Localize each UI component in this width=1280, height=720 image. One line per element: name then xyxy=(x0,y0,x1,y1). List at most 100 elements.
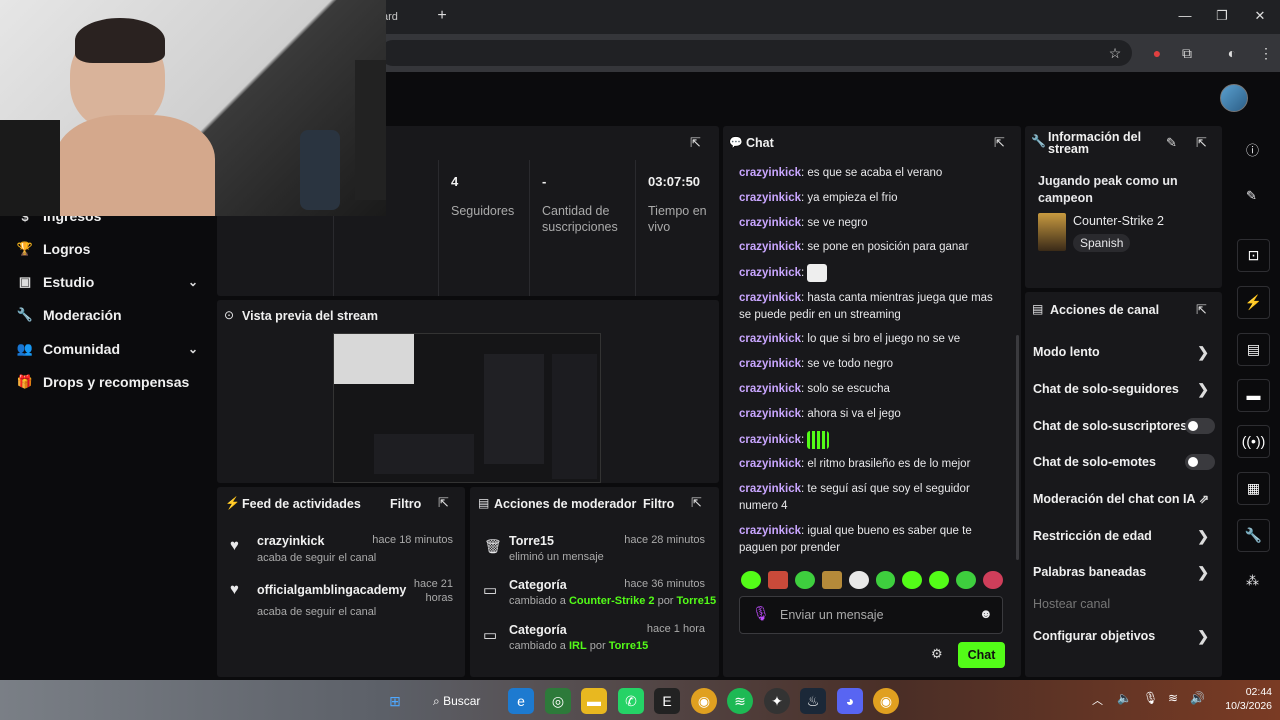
sidebar-item-estudio[interactable]: ▣ Estudio ⌄ xyxy=(16,269,206,295)
age-restriction-row[interactable]: Restricción de edad ❯ xyxy=(1033,526,1215,546)
ai-moderation-row[interactable]: Moderación del chat con IA ⇗ xyxy=(1033,489,1215,509)
popout-icon[interactable]: ⇱ xyxy=(691,495,702,511)
feed-user[interactable]: crazyinkick xyxy=(257,534,324,548)
popout-icon[interactable]: ⇱ xyxy=(690,135,701,151)
feed-action: acaba de seguir el canal xyxy=(257,606,377,618)
chat-scrollbar[interactable] xyxy=(1016,335,1019,560)
discord-icon[interactable]: ◕ xyxy=(837,688,863,714)
slow-mode-row[interactable]: Modo lento ❯ xyxy=(1033,342,1215,362)
sidebar-item-drops[interactable]: 🎁 Drops y recompensas xyxy=(16,369,206,395)
category-icon: ▭ xyxy=(483,582,498,599)
wifi-icon[interactable]: ≋ xyxy=(1168,691,1178,705)
address-bar[interactable] xyxy=(380,40,1132,66)
document-icon[interactable]: ▤ xyxy=(1237,333,1270,366)
info-icon[interactable]: ⓘ xyxy=(1246,140,1259,159)
emote-icon[interactable] xyxy=(875,571,896,589)
mod-action-time: hace 28 minutos xyxy=(624,534,705,546)
speaker-icon[interactable]: 🔊 xyxy=(1190,691,1205,705)
emotes-only-row: Chat de solo-emotes xyxy=(1033,452,1215,472)
profile-icon[interactable]: ◐ xyxy=(1221,42,1243,64)
feed-time: hace 21 horas xyxy=(413,578,453,604)
stat-value: 4 xyxy=(451,174,459,189)
whatsapp-icon[interactable]: ✆ xyxy=(618,688,644,714)
app-icon[interactable]: ✦ xyxy=(764,688,790,714)
record-extension-icon[interactable]: ● xyxy=(1146,42,1168,64)
chrome-icon[interactable]: ◉ xyxy=(691,688,717,714)
filter-button[interactable]: Filtro xyxy=(390,497,421,511)
emote-icon[interactable] xyxy=(794,571,815,589)
lightning-icon[interactable]: ⚡ xyxy=(1237,286,1270,319)
epic-games-icon[interactable]: E xyxy=(654,688,680,714)
bookmark-star-icon[interactable]: ☆ xyxy=(1104,42,1126,64)
volume-icon[interactable]: 🔈 xyxy=(1117,691,1132,705)
emote-icon[interactable] xyxy=(929,571,950,589)
sidebar-item-comunidad[interactable]: 👥 Comunidad ⌄ xyxy=(16,336,206,362)
minimize-button[interactable]: — xyxy=(1170,4,1200,28)
broadcast-icon[interactable]: ((•)) xyxy=(1237,425,1270,458)
popout-icon[interactable]: ⇱ xyxy=(1196,302,1207,318)
avatar[interactable] xyxy=(1220,84,1248,112)
category-name[interactable]: Counter-Strike 2 xyxy=(1073,214,1164,228)
filter-button[interactable]: Filtro xyxy=(643,497,674,511)
emotes-only-toggle[interactable] xyxy=(1185,454,1215,470)
extensions-icon[interactable]: ⧉ xyxy=(1176,42,1198,64)
close-window-button[interactable]: ✕ xyxy=(1245,4,1275,28)
popout-icon[interactable]: ⇱ xyxy=(1196,135,1207,151)
chevron-right-icon: ❯ xyxy=(1197,563,1209,580)
scan-icon[interactable]: ⊡ xyxy=(1237,239,1270,272)
chrome-icon[interactable]: ◉ xyxy=(873,688,899,714)
emote-icon[interactable] xyxy=(956,571,977,589)
stat-column: - Cantidad de suscripciones xyxy=(529,160,635,296)
chat-bubble-icon[interactable]: ▬ xyxy=(1237,379,1270,412)
popout-icon[interactable]: ⇱ xyxy=(994,135,1005,151)
popout-icon[interactable]: ⇱ xyxy=(438,495,449,511)
emote-icon[interactable] xyxy=(821,571,842,589)
feed-user[interactable]: officialgamblingacademy xyxy=(257,583,406,597)
emote-icon[interactable] xyxy=(848,571,869,589)
microphone-icon[interactable]: 🎙 xyxy=(752,605,770,622)
app-icon[interactable]: ◎ xyxy=(545,688,571,714)
emoji-picker-icon[interactable]: ☻ xyxy=(979,606,993,621)
chevron-up-icon[interactable]: ︿ xyxy=(1092,692,1103,708)
channel-icon[interactable]: ▦ xyxy=(1237,472,1270,505)
steam-icon[interactable]: ♨ xyxy=(800,688,826,714)
followers-only-row[interactable]: Chat de solo-seguidores ❯ xyxy=(1033,379,1215,399)
webcam-overlay xyxy=(0,0,386,216)
microphone-icon[interactable]: 🎙 xyxy=(1143,691,1158,705)
camera-icon: ⊙ xyxy=(224,308,235,322)
clock[interactable]: 02:44 10/3/2026 xyxy=(1214,685,1272,713)
new-tab-button[interactable]: + xyxy=(432,4,452,28)
share-icon[interactable]: ⁂ xyxy=(1246,573,1259,589)
subscribers-only-toggle[interactable] xyxy=(1185,418,1215,434)
sidebar-item-moderacion[interactable]: 🔧 Moderación xyxy=(16,302,206,328)
emote-icon[interactable] xyxy=(983,571,1004,589)
file-explorer-icon[interactable]: ▬ xyxy=(581,688,607,714)
taskbar-search[interactable]: ⌕ Buscar xyxy=(433,688,480,714)
windows-start-icon[interactable]: ⊞ xyxy=(382,688,408,714)
settings-gear-icon[interactable]: ⚙ xyxy=(931,646,943,662)
chevron-right-icon: ❯ xyxy=(1197,380,1209,397)
emote-icon[interactable] xyxy=(767,571,788,589)
chat-input-placeholder: Enviar un mensaje xyxy=(780,608,884,622)
chat-message: crazyinkick: xyxy=(739,431,1001,449)
stat-label: Cantidad de suscripciones xyxy=(542,204,618,234)
mod-action-desc: eliminó un mensaje xyxy=(509,551,604,563)
edit-pencil-icon[interactable]: ✎ xyxy=(1166,135,1177,151)
mod-actions-title: Acciones de moderador xyxy=(494,497,637,511)
mod-action-title: Torre15 xyxy=(509,534,554,548)
emote-icon[interactable] xyxy=(741,571,761,589)
send-chat-button[interactable]: Chat xyxy=(958,642,1005,668)
edit-pencil-icon[interactable]: ✎ xyxy=(1246,188,1257,204)
configure-goals-row[interactable]: Configurar objetivos ❯ xyxy=(1033,626,1215,646)
stream-preview-thumbnail[interactable] xyxy=(333,333,601,483)
spotify-icon[interactable]: ≋ xyxy=(727,688,753,714)
maximize-button[interactable]: ❐ xyxy=(1207,4,1237,28)
external-link-icon: ⇗ xyxy=(1198,492,1209,506)
sidebar-item-logros[interactable]: 🏆 Logros xyxy=(16,236,206,262)
banned-words-row[interactable]: Palabras baneadas ❯ xyxy=(1033,562,1215,582)
chat-message: crazyinkick: te seguí así que soy el seg… xyxy=(739,483,970,512)
wrench-icon[interactable]: 🔧 xyxy=(1237,519,1270,552)
browser-menu-icon[interactable]: ⋮ xyxy=(1255,42,1277,64)
edge-icon[interactable]: e xyxy=(508,688,534,714)
emote-icon[interactable] xyxy=(902,571,923,589)
